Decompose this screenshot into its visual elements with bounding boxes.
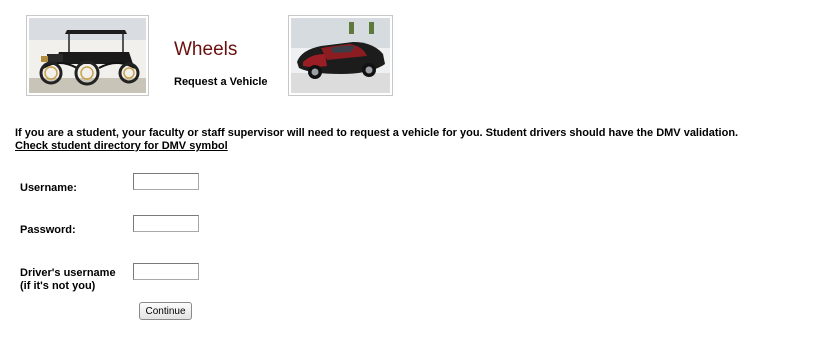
password-input[interactable] (133, 215, 199, 232)
page: Wheels Request a Vehicle If you are a st… (0, 0, 833, 361)
page-subtitle: Request a Vehicle (174, 76, 268, 88)
username-label: Username: (20, 182, 77, 194)
sports-car-image (288, 15, 393, 96)
student-notice: If you are a student, your faculty or st… (15, 127, 738, 153)
notice-text: If you are a student, your faculty or st… (15, 127, 739, 139)
dmv-directory-link[interactable]: Check student directory for DMV symbol (15, 140, 228, 152)
vintage-car-image (26, 15, 149, 96)
username-input[interactable] (133, 173, 199, 190)
continue-button[interactable]: Continue (139, 302, 192, 320)
app-title: Wheels (174, 39, 238, 60)
driver-username-label: Driver's username (if it's not you) (20, 267, 116, 293)
password-label: Password: (20, 224, 76, 236)
driver-label-line2: (if it's not you) (20, 280, 96, 292)
driver-label-line1: Driver's username (20, 267, 116, 279)
driver-username-input[interactable] (133, 263, 199, 280)
